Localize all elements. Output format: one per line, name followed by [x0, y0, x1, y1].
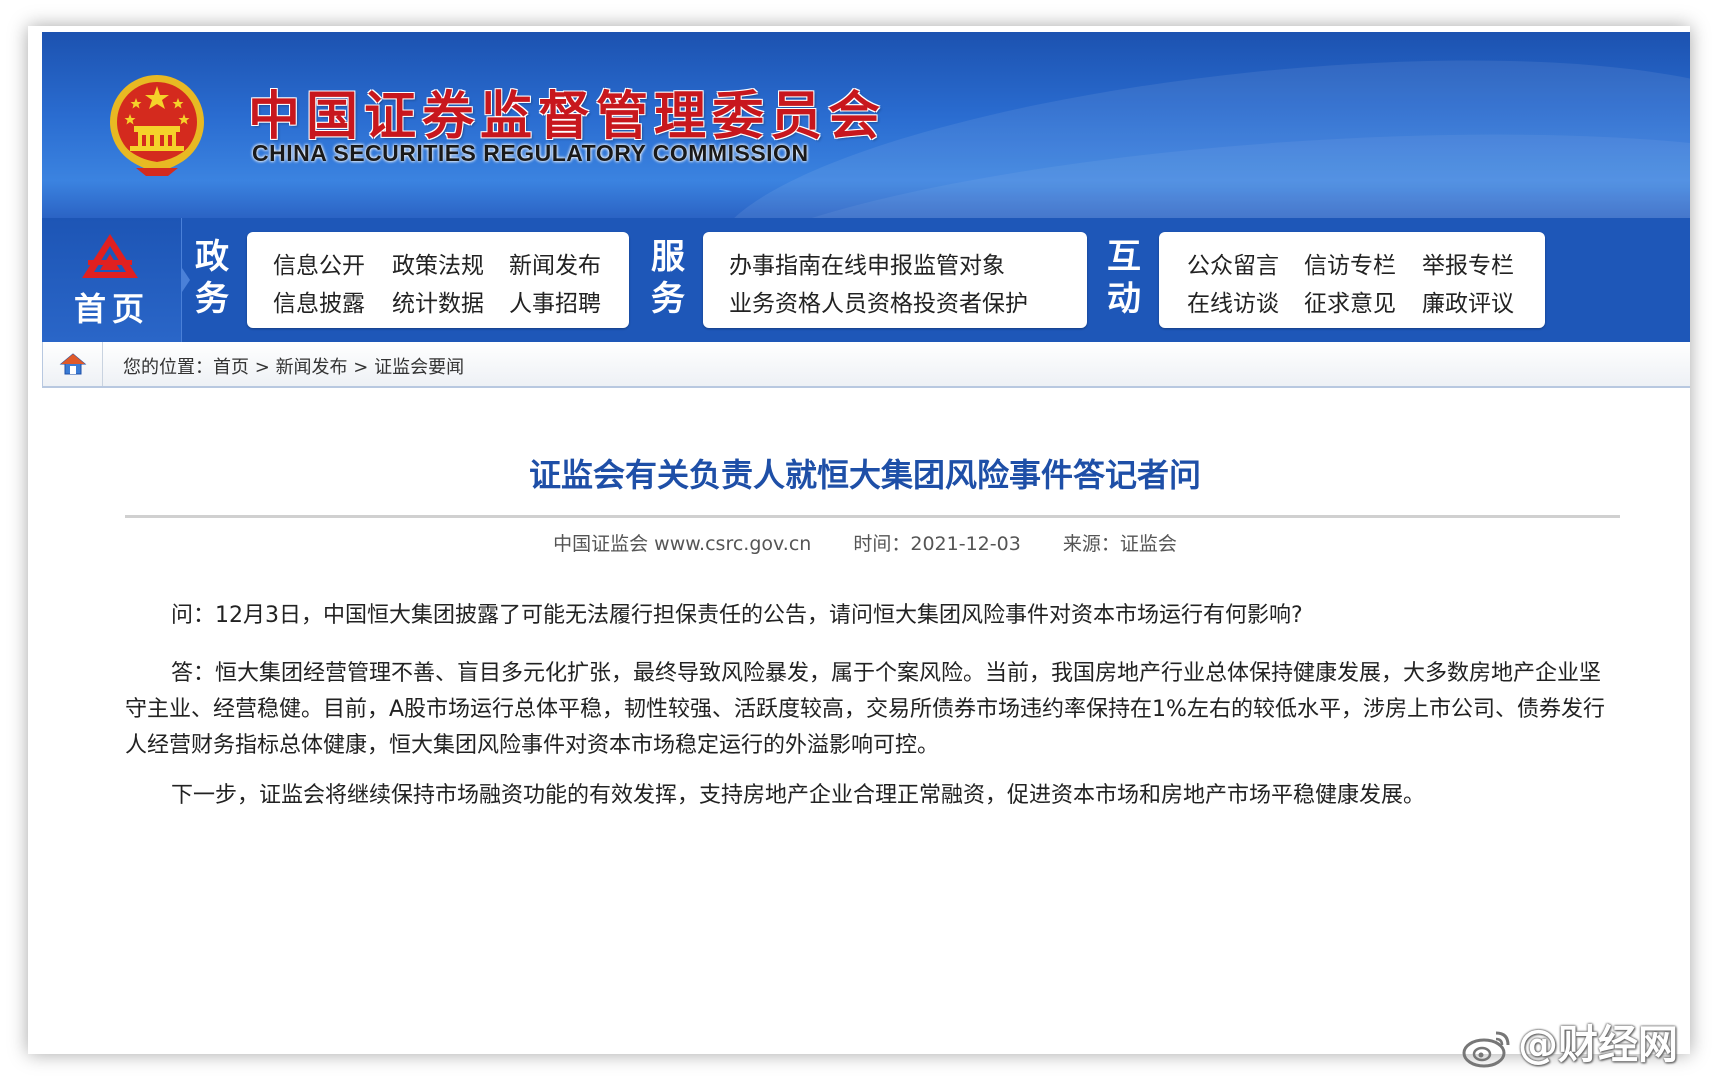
main-nav: 首页 政务 信息公开 政策法规 新闻发布 信息披露 统计数据 人事招聘 服务 办… [42, 218, 1690, 342]
article-paragraph-answer: 答：恒大集团经营管理不善、盲目多元化扩张，最终导致风险暴发，属于个案风险。当前，… [125, 661, 1605, 758]
home-icon [59, 353, 87, 375]
nav-link-integrity-review[interactable]: 廉政评议 [1422, 284, 1514, 318]
header-banner: 中国证券监督管理委员会 CHINA SECURITIES REGULATORY … [42, 32, 1690, 218]
nav-section-interaction: 公众留言 信访专栏 举报专栏 在线访谈 征求意见 廉政评议 [1159, 232, 1545, 328]
nav-link-solicit-opinions[interactable]: 征求意见 [1304, 284, 1396, 318]
nav-link-news-release[interactable]: 新闻发布 [509, 246, 601, 280]
breadcrumb-prefix: 您的位置： [123, 357, 213, 378]
nav-section-label-interaction: 互动 [1107, 237, 1141, 319]
article-meta-source: 来源：证监会 [1062, 533, 1177, 555]
nav-link-petition[interactable]: 信访专栏 [1304, 246, 1396, 280]
nav-section-government: 信息公开 政策法规 新闻发布 信息披露 统计数据 人事招聘 [247, 232, 629, 328]
csrc-logo-icon [82, 234, 138, 278]
nav-home[interactable]: 首页 [42, 218, 182, 342]
nav-link-statistics[interactable]: 统计数据 [392, 284, 484, 318]
breadcrumb-separator: > [353, 357, 369, 378]
website: 中国证券监督管理委员会 CHINA SECURITIES REGULATORY … [42, 32, 1690, 1054]
article-title: 证监会有关负责人就恒大集团风险事件答记者问 [528, 456, 1201, 494]
breadcrumb: 您的位置：首页 > 新闻发布 > 证监会要闻 [42, 342, 1690, 388]
nav-link-service-row1[interactable]: 办事指南在线申报监管对象 [729, 246, 1005, 280]
breadcrumb-separator: > [254, 357, 270, 378]
article-meta-site: 中国证监会 www.csrc.gov.cn [553, 533, 812, 555]
breadcrumb-item-csrc-news[interactable]: 证监会要闻 [374, 357, 464, 378]
site-title-cn: 中国证券监督管理委员会 [248, 87, 887, 147]
site-title-en: CHINA SECURITIES REGULATORY COMMISSION [252, 140, 809, 166]
nav-section-label-service: 服务 [651, 237, 685, 319]
nav-link-info-disclosure-public[interactable]: 信息公开 [273, 246, 365, 280]
nav-link-report[interactable]: 举报专栏 [1422, 246, 1514, 280]
nav-link-public-message[interactable]: 公众留言 [1187, 246, 1279, 280]
watermark: @财经网 [1460, 1012, 1678, 1072]
breadcrumb-item-news[interactable]: 新闻发布 [276, 357, 348, 378]
nav-link-service-row2[interactable]: 业务资格人员资格投资者保护 [729, 284, 1028, 318]
nav-link-policies[interactable]: 政策法规 [392, 246, 484, 280]
nav-link-online-interview[interactable]: 在线访谈 [1187, 284, 1279, 318]
article-paragraph-next-step: 下一步，证监会将继续保持市场融资功能的有效发挥，支持房地产企业合理正常融资，促进… [171, 783, 1426, 808]
breadcrumb-home[interactable] [43, 342, 103, 386]
watermark-text: @财经网 [1518, 1022, 1678, 1068]
title-divider [125, 515, 1620, 518]
weibo-icon [1462, 1031, 1510, 1068]
nav-section-label-government: 政务 [195, 237, 229, 319]
article-paragraph-question: 问：12月3日，中国恒大集团披露了可能无法履行担保责任的公告，请问恒大集团风险事… [171, 603, 1303, 628]
nav-link-info-disclosure[interactable]: 信息披露 [273, 284, 365, 318]
chevron-right-icon [182, 268, 190, 292]
nav-section-service: 办事指南在线申报监管对象 业务资格人员资格投资者保护 [703, 232, 1087, 328]
article-meta-time: 时间：2021-12-03 [853, 533, 1021, 555]
national-emblem-icon [110, 75, 204, 176]
breadcrumb-item-home[interactable]: 首页 [213, 357, 249, 378]
nav-home-label: 首页 [73, 290, 150, 328]
article-meta: 中国证监会 www.csrc.gov.cn 时间：2021-12-03 来源：证… [42, 529, 1690, 556]
breadcrumb-trail: 您的位置：首页 > 新闻发布 > 证监会要闻 [123, 353, 464, 379]
nav-link-recruitment[interactable]: 人事招聘 [509, 284, 601, 318]
